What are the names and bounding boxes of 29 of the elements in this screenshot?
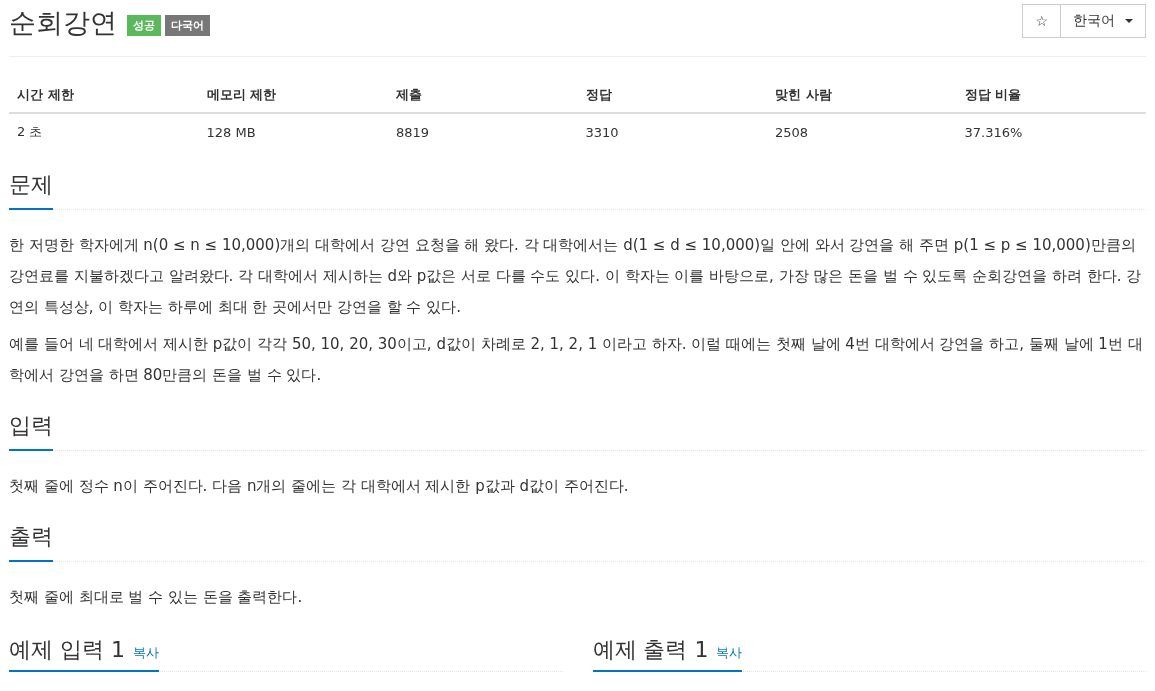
table-cell: 37.316% [956,113,1146,150]
section-heading: 출력 [9,522,53,562]
column-header: 정답 비율 [956,78,1146,113]
section-heading: 문제 [9,170,53,210]
column-header: 맞힌 사람 [767,78,957,113]
section-heading: 예제 출력 1 [592,636,709,664]
paragraph: 첫째 줄에 정수 n이 주어진다. 다음 n개의 줄에는 각 대학에서 제시한 p값과 d값이 주어진다. [9,476,630,497]
table-cell: 128 MB [198,113,388,150]
table-cell: 2 초 [9,113,199,150]
paragraph: 예를 들어 네 대학에서 제시한 p값이 각각 50, 10, 20, 30이고, d값이 차례로 2, 1, 2, 1 이라고 하자. 이럴 때에는 첫째 날에 4번 대학에서 강연을 하고, 둘째 날에 1번 대학에서 강연을 하면 80만큼의 돈을 벌 수 있다. [9,334,1144,386]
caret-icon [1125,19,1133,23]
section-heading: 입력 [9,411,53,451]
problem-title: 순회강연 [9,6,117,40]
paragraph: 한 저명한 학자에게 n(0 ≤ n ≤ 10,000)개의 대학에서 강연 요청을 해 왔다. 각 대학에서는 d(1 ≤ d ≤ 10,000)일 안에 와서 강연을 해 주면 p(1 ≤ p ≤ 10,000)만큼의 강연료를 지불하겠다고 알려왔다. 각 대학에서 제시하는 d와 p값은 서로 다를 수도 있다. 이 학자는 이를 바탕으로, 가장 많은 돈을 벌 수 있도록 순회강연을 하려 한다. 강연의 특성상, 이 학자는 하루에 최대 한 곳에서만 강연을 할 수 있다. [9,235,1143,318]
column-header: 메모리 제한 [198,78,388,113]
column-header: 시간 제한 [9,78,199,113]
paragraph: 첫째 줄에 최대로 벌 수 있는 돈을 출력한다. [9,587,304,608]
table-cell: 8819 [388,113,578,150]
favorite-button[interactable]: ☆ [1022,4,1061,38]
language-dropdown[interactable]: 한국어 [1061,4,1146,38]
column-header: 정답 [577,78,767,113]
status-badge: 다국어 [165,14,210,36]
table-cell: 2508 [767,113,957,150]
status-badge: 성공 [127,14,161,36]
copy-link[interactable]: 복사 [716,638,743,668]
column-header: 제출 [388,78,578,113]
table-cell: 3310 [577,113,767,150]
copy-link[interactable]: 복사 [133,638,159,668]
section-heading: 예제 입력 1 [9,636,125,664]
